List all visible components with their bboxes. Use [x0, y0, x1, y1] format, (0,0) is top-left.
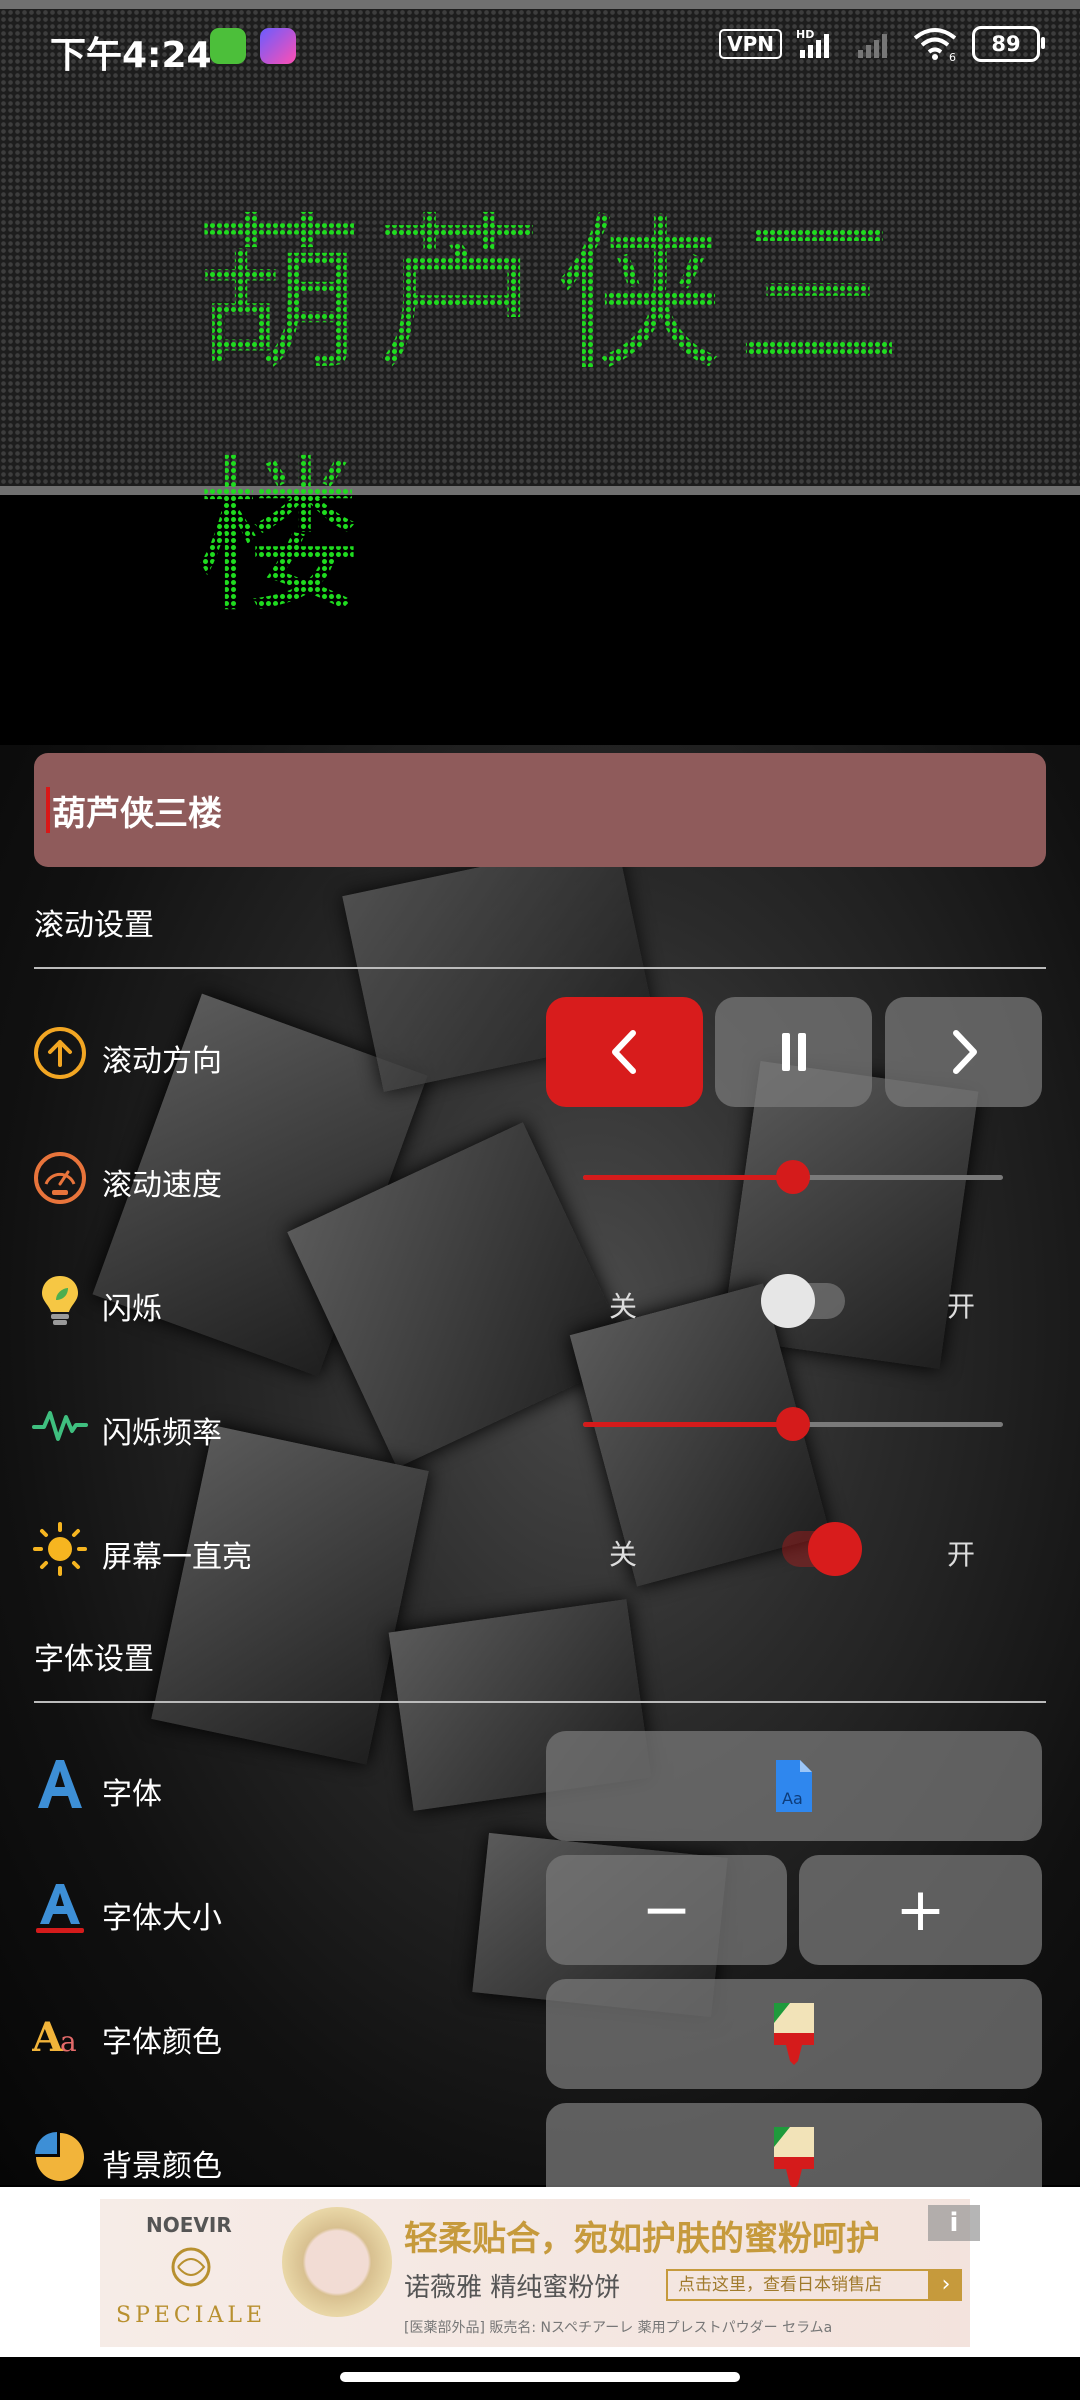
- paint-brush-icon: [774, 2127, 814, 2189]
- font-size-decrease-button[interactable]: −: [546, 1855, 787, 1965]
- ad-cta[interactable]: 点击这里，查看日本销售店: [666, 2269, 930, 2301]
- ad-fineprint: [医薬部外品] 販売名: Nスペチアーレ 薬用プレストパウダー セラムa: [404, 2320, 833, 2336]
- blink-frequency-label: 闪烁频率: [102, 1416, 222, 1451]
- blink-toggle[interactable]: [761, 1274, 845, 1328]
- lightbulb-icon: [42, 1276, 78, 1325]
- chevron-right-icon: ›: [930, 2269, 962, 2301]
- font-color-icon: A a: [32, 2014, 77, 2061]
- app-notification-icon: [210, 28, 246, 64]
- status-time: 下午4:24: [50, 35, 212, 76]
- speed-slider[interactable]: [583, 1160, 1003, 1194]
- scroll-settings-divider: [34, 967, 1046, 969]
- text-input[interactable]: 葫芦侠三楼: [34, 753, 1046, 867]
- blink-off-label: 关: [609, 1290, 638, 1323]
- ad-brand: NOEVIR: [146, 2213, 232, 2237]
- rocket-app-icon: [260, 28, 296, 64]
- svg-text:a: a: [60, 2025, 77, 2058]
- text-input-value: 葫芦侠三楼: [52, 793, 222, 834]
- direction-label: 滚动方向: [102, 1044, 222, 1079]
- ad-banner[interactable]: NOEVIR SPECIALE 轻柔贴合，宛如护肤的蜜粉呵护 诺薇雅 精纯蜜粉饼…: [0, 2187, 1080, 2357]
- status-right: VPN HD 6 89: [719, 26, 1045, 62]
- pulse-wave-icon: [32, 1411, 88, 1441]
- signal-icon: HD: [796, 28, 829, 58]
- keep-screen-on-toggle[interactable]: [782, 1522, 862, 1576]
- blink-on-label: 开: [947, 1290, 976, 1323]
- wifi-icon: 6: [913, 28, 957, 62]
- battery-icon: 89: [972, 26, 1045, 62]
- speed-slider-fill: [583, 1175, 793, 1180]
- text-caret: [46, 787, 50, 833]
- keep-on-off-label: 关: [609, 1538, 638, 1571]
- font-icon: [38, 1760, 82, 1808]
- speed-slider-knob[interactable]: [776, 1160, 810, 1194]
- font-select-button[interactable]: Aa: [546, 1731, 1042, 1841]
- font-size-label: 字体大小: [102, 1901, 222, 1936]
- sun-icon: [33, 1522, 87, 1576]
- font-label: 字体: [102, 1777, 162, 1812]
- svg-text:Aa: Aa: [782, 1789, 803, 1808]
- blink-toggle-knob: [761, 1274, 815, 1328]
- scroll-left-button[interactable]: [546, 997, 703, 1107]
- pause-icon: [781, 1033, 806, 1071]
- ad-cta-label: 点击这里，查看日本销售店: [678, 2275, 882, 2295]
- font-color-button[interactable]: [546, 1979, 1042, 2089]
- vpn-icon: VPN: [719, 29, 782, 59]
- ad-headline: 轻柔贴合，宛如护肤的蜜粉呵护: [404, 2219, 880, 2259]
- speed-label: 滚动速度: [102, 1168, 222, 1203]
- battery-level: 89: [991, 32, 1021, 56]
- background-art: [0, 745, 1080, 2185]
- chevron-left-icon: [611, 1030, 636, 1074]
- scroll-right-button[interactable]: [885, 997, 1042, 1107]
- speedometer-icon: [34, 1152, 86, 1204]
- font-settings-title: 字体设置: [34, 1642, 154, 1677]
- font-size-increase-button[interactable]: +: [799, 1855, 1042, 1965]
- product-image: [282, 2207, 392, 2317]
- font-size-icon: [36, 1884, 84, 1933]
- brand-logo-icon: [171, 2247, 211, 2287]
- blink-frequency-knob[interactable]: [776, 1407, 810, 1441]
- home-indicator[interactable]: [340, 2372, 740, 2382]
- arrow-up-circle-icon: [34, 1027, 86, 1079]
- signal-weak-icon: [858, 34, 887, 58]
- keep-on-on-label: 开: [947, 1538, 976, 1571]
- chevron-right-icon: [952, 1030, 977, 1074]
- paint-brush-icon: [774, 2003, 814, 2065]
- keep-screen-on-knob: [808, 1522, 862, 1576]
- ad-content[interactable]: NOEVIR SPECIALE 轻柔贴合，宛如护肤的蜜粉呵护 诺薇雅 精纯蜜粉饼…: [100, 2199, 970, 2347]
- blink-frequency-slider[interactable]: [583, 1407, 1003, 1441]
- blink-label: 闪烁: [102, 1292, 162, 1327]
- pause-button[interactable]: [715, 997, 872, 1107]
- pie-chart-icon: [35, 2132, 84, 2181]
- font-file-icon: Aa: [776, 1760, 812, 1812]
- blink-frequency-fill: [583, 1422, 793, 1427]
- keep-screen-on-label: 屏幕一直亮: [102, 1540, 252, 1575]
- ad-info-icon[interactable]: i: [928, 2205, 980, 2241]
- ad-product: 诺薇雅 精纯蜜粉饼: [404, 2273, 621, 2303]
- bg-color-label: 背景颜色: [102, 2149, 222, 2184]
- scroll-settings-title: 滚动设置: [34, 908, 154, 943]
- font-color-label: 字体颜色: [102, 2025, 222, 2060]
- network-type: HD: [796, 28, 814, 41]
- status-bar: 下午4:24 VPN HD 6 89: [0, 0, 1080, 96]
- ad-brand-sub: SPECIALE: [116, 2303, 267, 2328]
- font-settings-divider: [34, 1701, 1046, 1703]
- wifi-label: 6: [949, 51, 956, 62]
- led-text: 葫芦侠三楼: [195, 197, 915, 636]
